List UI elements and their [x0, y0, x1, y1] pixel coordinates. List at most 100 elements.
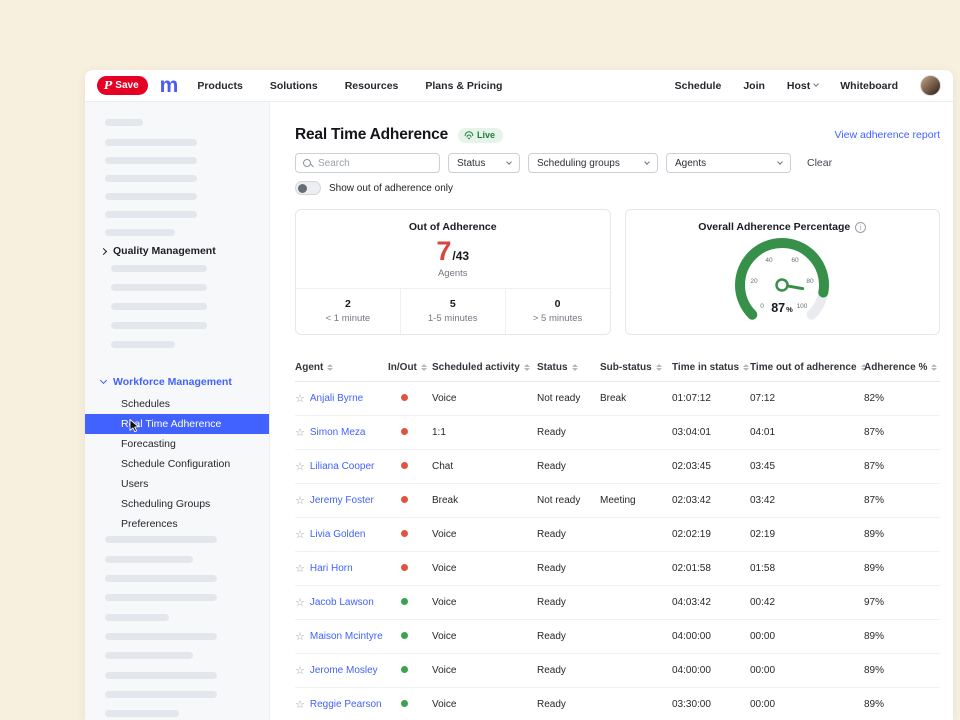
nav-item-schedule[interactable]: Schedule: [675, 80, 722, 92]
view-adherence-report-link[interactable]: View adherence report: [835, 129, 940, 141]
out-of-adherence-toggle[interactable]: [295, 181, 321, 195]
agent-link[interactable]: Jeremy Foster: [310, 495, 374, 506]
skeleton-bar: [105, 672, 217, 679]
sidebar: Quality Management Workforce Management …: [85, 102, 270, 720]
col-header-time-out-of-adherence[interactable]: Time out of adherence: [750, 362, 864, 373]
table-row[interactable]: ☆ Anjali Byrne Voice Not ready Break 01:…: [295, 382, 940, 416]
status-cell: Ready: [537, 665, 600, 676]
star-icon[interactable]: ☆: [295, 392, 305, 405]
star-icon[interactable]: ☆: [295, 562, 305, 575]
star-icon[interactable]: ☆: [295, 528, 305, 541]
nav-item-solutions[interactable]: Solutions: [270, 80, 318, 92]
skeleton-bar: [105, 652, 193, 659]
brand-logo[interactable]: m: [160, 75, 178, 96]
star-icon[interactable]: ☆: [295, 698, 305, 711]
chevron-down-icon: [644, 159, 650, 165]
col-header-agent[interactable]: Agent: [295, 362, 388, 373]
sidebar-item-users[interactable]: Users: [85, 474, 269, 494]
table-row[interactable]: ☆ Jacob Lawson Voice Ready 04:03:42 00:4…: [295, 586, 940, 620]
star-icon[interactable]: ☆: [295, 596, 305, 609]
nav-item-resources[interactable]: Resources: [345, 80, 399, 92]
agent-link[interactable]: Anjali Byrne: [310, 393, 363, 404]
star-icon[interactable]: ☆: [295, 494, 305, 507]
col-header-scheduled-activity[interactable]: Scheduled activity: [432, 362, 537, 373]
stat-value: 2: [296, 298, 400, 310]
time-out-of-adherence-cell: 00:00: [750, 699, 864, 710]
table-row[interactable]: ☆ Maison Mcintyre Voice Ready 04:00:00 0…: [295, 620, 940, 654]
star-icon[interactable]: ☆: [295, 630, 305, 643]
skeleton-bar: [105, 193, 197, 200]
col-header-inout[interactable]: In/Out: [388, 362, 432, 373]
agent-link[interactable]: Livia Golden: [310, 529, 366, 540]
host-label: Host: [787, 80, 810, 92]
col-header-substatus[interactable]: Sub-status: [600, 362, 672, 373]
out-count-value: 7: [436, 238, 451, 265]
user-avatar[interactable]: [920, 75, 941, 96]
agent-link[interactable]: Hari Horn: [310, 563, 353, 574]
scheduling-groups-dropdown[interactable]: Scheduling groups: [528, 153, 658, 173]
star-icon[interactable]: ☆: [295, 664, 305, 677]
gauge-tick: 40: [766, 257, 774, 264]
time-in-status-cell: 04:00:00: [672, 665, 750, 676]
clear-filters-button[interactable]: Clear: [807, 157, 832, 169]
search-input[interactable]: [296, 154, 439, 172]
agent-link[interactable]: Jacob Lawson: [310, 597, 374, 608]
time-out-of-adherence-cell: 02:19: [750, 529, 864, 540]
agent-link[interactable]: Maison Mcintyre: [310, 631, 383, 642]
gauge-tick: 100: [797, 303, 808, 310]
status-cell: Not ready: [537, 393, 600, 404]
live-signal-icon: [464, 131, 474, 140]
scheduled-activity-cell: Voice: [432, 563, 537, 574]
agent-link[interactable]: Reggie Pearson: [310, 699, 382, 710]
scheduled-activity-cell: 1:1: [432, 427, 537, 438]
sidebar-item-schedules[interactable]: Schedules: [85, 394, 269, 414]
time-in-status-cell: 02:02:19: [672, 529, 750, 540]
nav-item-plans-pricing[interactable]: Plans & Pricing: [425, 80, 502, 92]
agent-link[interactable]: Liliana Cooper: [310, 461, 375, 472]
inout-status-dot: [401, 564, 408, 571]
agent-link[interactable]: Simon Meza: [310, 427, 366, 438]
pinterest-save-button[interactable]: P Save: [97, 76, 148, 95]
nav-item-join[interactable]: Join: [743, 80, 765, 92]
agent-link[interactable]: Jerome Mosley: [310, 665, 378, 676]
skeleton-bar: [105, 175, 197, 182]
col-header-adherence-percent[interactable]: Adherence %: [864, 362, 940, 373]
sidebar-item-quality-management[interactable]: Quality Management: [85, 242, 269, 260]
star-icon[interactable]: ☆: [295, 460, 305, 473]
col-header-status[interactable]: Status: [537, 362, 600, 373]
table-row[interactable]: ☆ Hari Horn Voice Ready 02:01:58 01:58 8…: [295, 552, 940, 586]
status-dropdown[interactable]: Status: [448, 153, 520, 173]
nav-item-host[interactable]: Host: [787, 80, 818, 92]
sidebar-item-schedule-configuration[interactable]: Schedule Configuration: [85, 454, 269, 474]
nav-item-whiteboard[interactable]: Whiteboard: [840, 80, 898, 92]
table-row[interactable]: ☆ Livia Golden Voice Ready 02:02:19 02:1…: [295, 518, 940, 552]
sidebar-item-preferences[interactable]: Preferences: [85, 514, 269, 534]
sidebar-item-forecasting[interactable]: Forecasting: [85, 434, 269, 454]
top-navigation: P Save m Products Solutions Resources Pl…: [85, 70, 953, 102]
scheduled-activity-cell: Voice: [432, 699, 537, 710]
skeleton-bar: [105, 633, 217, 640]
info-icon[interactable]: i: [855, 222, 866, 233]
table-row[interactable]: ☆ Jeremy Foster Break Not ready Meeting …: [295, 484, 940, 518]
table-row[interactable]: ☆ Jerome Mosley Voice Ready 04:00:00 00:…: [295, 654, 940, 688]
sidebar-item-real-time-adherence[interactable]: Real Time Adherence: [85, 414, 269, 434]
scheduled-activity-cell: Chat: [432, 461, 537, 472]
time-in-status-cell: 04:03:42: [672, 597, 750, 608]
agents-dropdown[interactable]: Agents: [666, 153, 791, 173]
gauge-needle: [776, 279, 804, 294]
chevron-down-icon: [777, 159, 783, 165]
inout-status-dot: [401, 666, 408, 673]
skeleton-bar: [105, 139, 197, 146]
adherence-percent-cell: 87%: [864, 427, 940, 438]
skeleton-bar: [105, 691, 217, 698]
col-header-time-in-status[interactable]: Time in status: [672, 362, 750, 373]
nav-item-products[interactable]: Products: [197, 80, 243, 92]
skeleton-bar: [111, 284, 207, 291]
table-row[interactable]: ☆ Liliana Cooper Chat Ready 02:03:45 03:…: [295, 450, 940, 484]
table-row[interactable]: ☆ Reggie Pearson Voice Ready 03:30:00 00…: [295, 688, 940, 720]
sidebar-item-workforce-management[interactable]: Workforce Management: [85, 373, 269, 391]
scheduling-groups-label: Scheduling groups: [537, 158, 620, 169]
star-icon[interactable]: ☆: [295, 426, 305, 439]
sidebar-item-scheduling-groups[interactable]: Scheduling Groups: [85, 494, 269, 514]
table-row[interactable]: ☆ Simon Meza 1:1 Ready 03:04:01 04:01 87…: [295, 416, 940, 450]
